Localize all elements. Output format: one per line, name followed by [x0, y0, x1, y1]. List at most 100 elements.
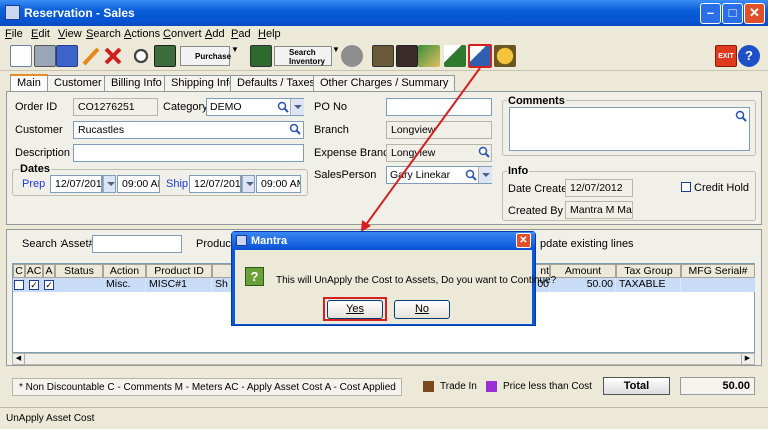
prep-date-field[interactable]: 12/07/2012 [50, 175, 102, 193]
menu-file[interactable]: File [5, 28, 23, 40]
salesperson-dropdown-icon[interactable] [478, 167, 492, 183]
menu-convert[interactable]: Convert [163, 28, 202, 40]
status-bar: UnApply Asset Cost [0, 407, 768, 429]
tab-main[interactable]: Main [10, 74, 48, 92]
description-field[interactable] [73, 144, 304, 162]
branch-field: Longview [386, 121, 492, 139]
new-icon[interactable] [10, 45, 32, 67]
unapply-asset-cost-icon[interactable] [468, 44, 492, 68]
column-header-amount[interactable]: Amount [550, 264, 616, 278]
comments-group-title: Comments [507, 95, 566, 107]
column-header-tax-group[interactable]: Tax Group [616, 264, 681, 278]
edit-pencil-icon[interactable] [80, 45, 102, 67]
tab-billing-info[interactable]: Billing Info [104, 75, 169, 91]
column-header-c[interactable]: C [13, 264, 25, 278]
customer-label: Customer [15, 124, 63, 136]
menu-bar: File Edit View Search Actions Convert Ad… [0, 26, 768, 43]
purchase-dropdown-icon[interactable]: ▼ [231, 45, 240, 67]
delete-icon[interactable] [102, 45, 124, 67]
menu-pad[interactable]: Pad [231, 28, 251, 40]
report-icon[interactable] [250, 45, 272, 67]
print-icon[interactable] [34, 45, 56, 67]
category-search-icon[interactable] [277, 101, 289, 113]
search-inventory-button[interactable]: Search Inventory [274, 46, 332, 66]
credit-hold-checkbox[interactable] [681, 182, 691, 192]
column-header-action[interactable]: Action [103, 264, 146, 278]
no-button[interactable]: No [394, 300, 450, 319]
date-created-label: Date Created [508, 183, 574, 195]
help-icon[interactable]: ? [738, 45, 760, 67]
ship-time-field[interactable]: 09:00 AM [256, 175, 301, 193]
ship-date-dropdown[interactable] [241, 175, 255, 193]
column-header-ac[interactable]: AC [25, 264, 43, 278]
horizontal-scrollbar[interactable]: ◀ ▶ [12, 353, 755, 365]
maximize-button[interactable]: □ [722, 3, 743, 24]
menu-view[interactable]: View [58, 28, 82, 40]
category-dropdown-icon[interactable] [290, 99, 304, 115]
row-tax-group: TAXABLE [617, 278, 681, 292]
date-created-field: 12/07/2012 [565, 179, 633, 197]
calculator-icon[interactable] [154, 45, 176, 67]
asset-search-field[interactable] [92, 235, 182, 253]
scroll-left-icon[interactable]: ◀ [13, 354, 25, 364]
apply-asset-cost-icon[interactable] [444, 45, 466, 67]
column-header-a[interactable]: A [43, 264, 55, 278]
po-no-label: PO No [314, 101, 348, 113]
exit-button[interactable]: EXIT [715, 45, 737, 67]
salesperson-search-icon[interactable] [465, 169, 477, 181]
prep-date-dropdown[interactable] [102, 175, 116, 193]
search-inventory-dropdown-icon[interactable]: ▼ [332, 45, 341, 67]
yes-button[interactable]: Yes [327, 300, 383, 319]
total-label: Total [603, 377, 670, 395]
coins-icon[interactable] [494, 45, 516, 67]
salesperson-select[interactable]: Gary Linekar [386, 166, 492, 184]
po-no-field[interactable] [386, 98, 492, 116]
dialog-close-button[interactable]: ✕ [516, 233, 531, 248]
tab-other-charges-summary[interactable]: Other Charges / Summary [313, 75, 456, 91]
category-select[interactable]: DEMO [206, 98, 304, 116]
save-icon[interactable] [56, 45, 78, 67]
dates-group-title: Dates [19, 163, 51, 175]
info-group-title: Info [507, 165, 530, 177]
ship-date-field[interactable]: 12/07/2012 [189, 175, 241, 193]
row-comment-checkbox[interactable] [14, 280, 24, 290]
menu-help[interactable]: Help [258, 28, 281, 40]
row-apply-cost-checkbox[interactable]: ✓ [29, 280, 39, 290]
description-label: Description [15, 147, 71, 159]
truck-icon[interactable] [396, 45, 418, 67]
window-title: Reservation - Sales [24, 6, 135, 20]
column-header-product-id[interactable]: Product ID [146, 264, 212, 278]
column-header-status[interactable]: Status [55, 264, 103, 278]
minimize-button[interactable]: – [700, 3, 721, 24]
question-icon: ? [245, 267, 264, 286]
binoculars-icon[interactable] [130, 45, 152, 67]
customer-field[interactable]: Rucastles [73, 121, 304, 139]
prep-time-field[interactable]: 09:00 AM [117, 175, 160, 193]
tab-defaults-taxes[interactable]: Defaults / Taxes [230, 75, 323, 91]
column-header-mfg-serial[interactable]: MFG Serial# [681, 264, 755, 278]
category-label: Category [163, 101, 208, 113]
prep-date-dropdown-icon[interactable] [103, 176, 115, 192]
row-cost-applied-checkbox[interactable]: ✓ [44, 280, 54, 290]
toolbar: Purchase ▼ Search Inventory ▼ EXIT ? [0, 43, 768, 71]
scroll-right-icon[interactable]: ▶ [741, 354, 753, 364]
search-label: Search : [22, 238, 63, 250]
total-value: 50.00 [680, 377, 755, 395]
menu-edit[interactable]: Edit [31, 28, 50, 40]
comments-search-icon[interactable] [735, 110, 747, 122]
customer-search-icon[interactable] [289, 123, 301, 135]
menu-add[interactable]: Add [205, 28, 225, 40]
schedule-icon[interactable] [372, 45, 394, 67]
purchase-button[interactable]: Purchase [180, 46, 231, 66]
asset-icon[interactable] [341, 45, 363, 67]
close-button[interactable]: ✕ [744, 3, 765, 24]
branch-label: Branch [314, 124, 349, 136]
salesperson-label: SalesPerson [314, 169, 377, 181]
menu-actions[interactable]: Actions [124, 28, 160, 40]
tab-customer[interactable]: Customer [47, 75, 109, 91]
transfer-icon[interactable] [418, 45, 440, 67]
menu-search[interactable]: Search [86, 28, 121, 40]
ship-date-dropdown-icon[interactable] [242, 176, 254, 192]
expense-branch-search-icon[interactable] [478, 146, 490, 158]
comments-field[interactable] [509, 107, 750, 151]
